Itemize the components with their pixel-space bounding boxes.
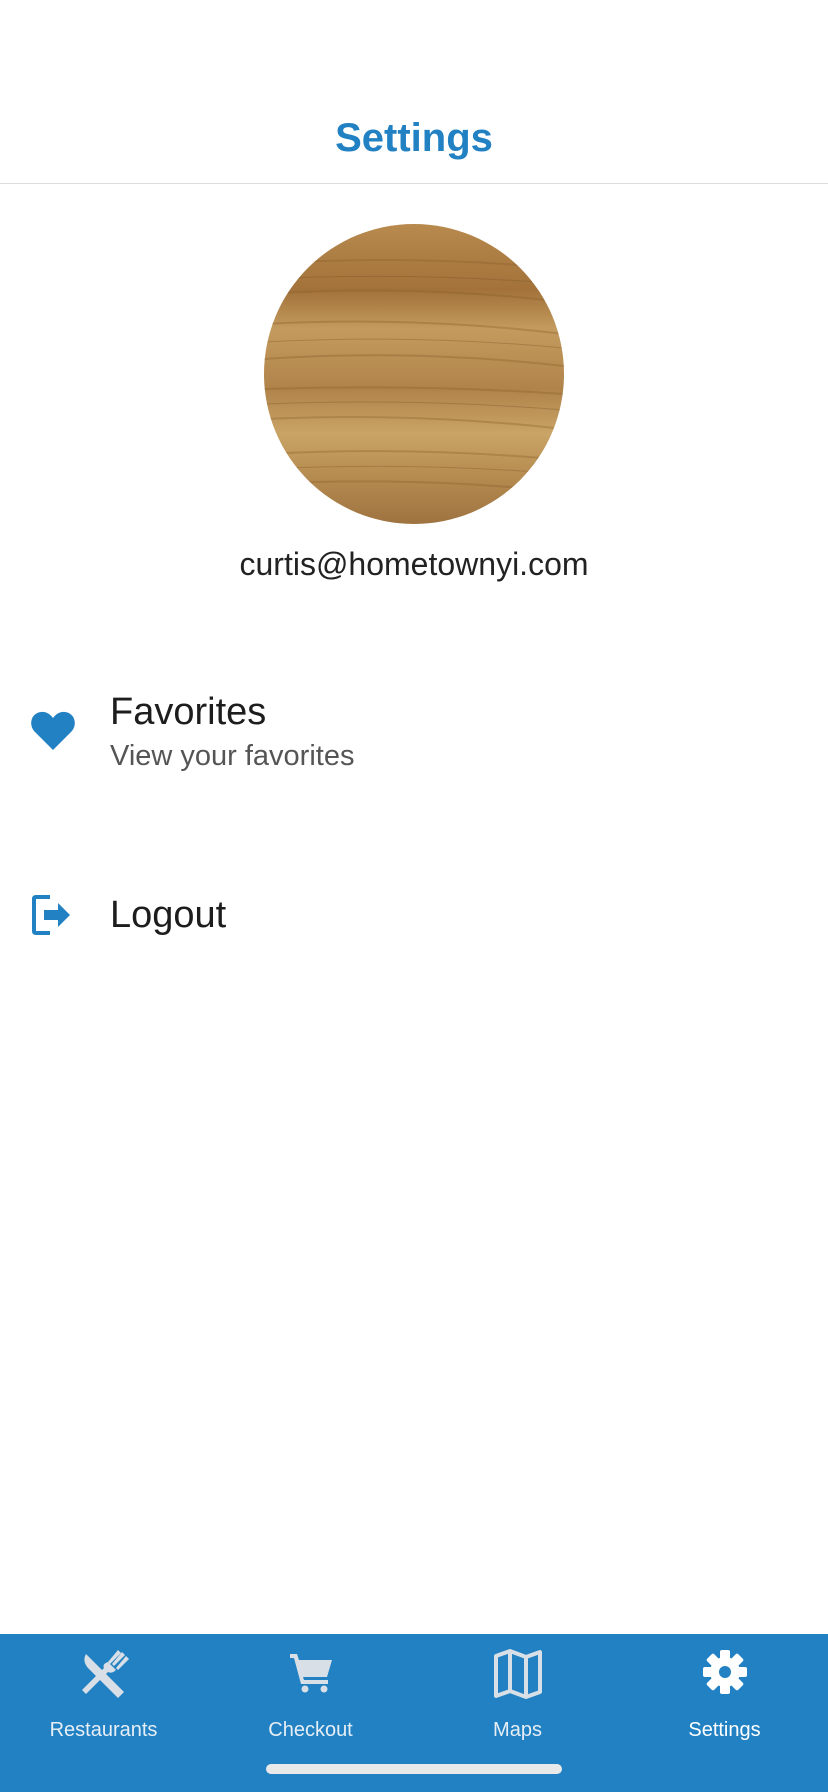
tab-restaurants-label: Restaurants <box>49 1719 158 1741</box>
heart-icon <box>30 710 76 757</box>
tab-settings[interactable]: Settings <box>621 1634 828 1754</box>
fork-knife-icon <box>0 1648 207 1704</box>
user-email: curtis@hometownyi.com <box>239 546 589 582</box>
settings-screen: Settings curtis@hometownyi.com Favorites… <box>0 0 828 1792</box>
tab-checkout[interactable]: Checkout <box>207 1634 414 1754</box>
tab-maps-label: Maps <box>493 1719 542 1741</box>
cart-icon <box>207 1648 414 1704</box>
favorites-subtitle: View your favorites <box>110 740 355 772</box>
favorites-row[interactable]: Favorites View your favorites <box>0 680 828 790</box>
avatar[interactable] <box>264 224 564 524</box>
tab-restaurants[interactable]: Restaurants <box>0 1634 207 1754</box>
page-title: Settings <box>335 116 493 160</box>
logout-icon <box>30 893 74 942</box>
tab-settings-label: Settings <box>688 1719 761 1741</box>
logout-title: Logout <box>110 894 227 936</box>
tab-bar: Restaurants Checkout Maps Settings <box>0 1634 828 1792</box>
favorites-title: Favorites <box>110 691 267 733</box>
tab-maps[interactable]: Maps <box>414 1634 621 1754</box>
map-icon <box>414 1648 621 1704</box>
gear-icon <box>621 1648 828 1704</box>
logout-row[interactable]: Logout <box>0 880 828 950</box>
avatar-image <box>264 224 564 524</box>
header: Settings <box>0 0 828 184</box>
tab-checkout-label: Checkout <box>268 1719 353 1741</box>
home-indicator <box>266 1764 562 1774</box>
